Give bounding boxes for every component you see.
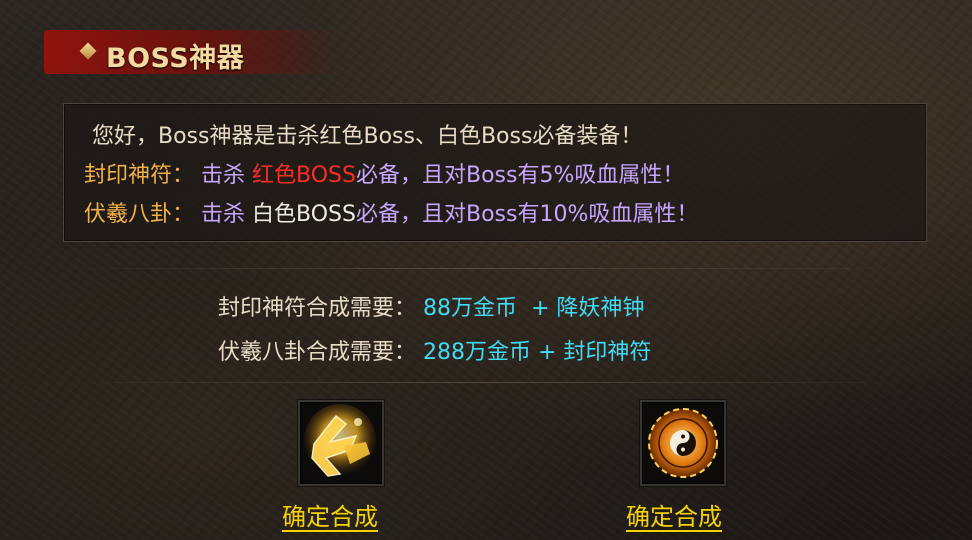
divider xyxy=(60,382,910,383)
intro-line: 您好，Boss神器是击杀红色Boss、白色Boss必备装备！ xyxy=(92,124,643,149)
desc-prefix: 击杀 xyxy=(201,202,246,227)
confirm-synthesis-button-bagua[interactable]: 确定合成 xyxy=(626,497,722,532)
background-texture xyxy=(0,0,972,540)
bagua-description: 伏羲八卦： 击杀 白色BOSS必备，且对Boss有10%吸血属性！ xyxy=(84,196,698,228)
requirement-label: 封印神符合成需要： xyxy=(218,296,417,321)
panel-title: BOSS神器 xyxy=(106,43,245,74)
bagua-compass-icon xyxy=(648,408,718,478)
red-boss-highlight: 红色BOSS xyxy=(252,163,356,188)
seal-talisman-icon xyxy=(304,404,376,477)
seal-talisman-description: 封印神符： 击杀 红色BOSS必备，且对Boss有5%吸血属性！ xyxy=(84,157,684,189)
desc-prefix: 击杀 xyxy=(201,163,246,188)
item-slot-bagua[interactable] xyxy=(640,400,726,486)
item-name-seal-talisman: 封印神符： xyxy=(84,163,195,188)
requirement-seal-talisman: 封印神符合成需要： 88万金币 + 降妖神钟 xyxy=(218,290,644,322)
requirement-bagua: 伏羲八卦合成需要： 288万金币 + 封印神符 xyxy=(218,334,651,366)
divider xyxy=(60,268,910,269)
confirm-synthesis-button-seal[interactable]: 确定合成 xyxy=(282,497,378,532)
desc-rest: 必备，且对Boss有5%吸血属性！ xyxy=(355,163,685,188)
item-name-bagua: 伏羲八卦： xyxy=(84,202,195,227)
requirement-label: 伏羲八卦合成需要： xyxy=(218,340,417,365)
white-boss-highlight: 白色BOSS xyxy=(252,202,356,227)
requirement-value: 88万金币 + 降妖神钟 xyxy=(423,296,645,321)
requirement-value: 288万金币 + 封印神符 xyxy=(423,340,652,365)
desc-rest: 必备，且对Boss有10%吸血属性！ xyxy=(355,202,699,227)
item-slot-seal-talisman[interactable] xyxy=(298,400,384,486)
